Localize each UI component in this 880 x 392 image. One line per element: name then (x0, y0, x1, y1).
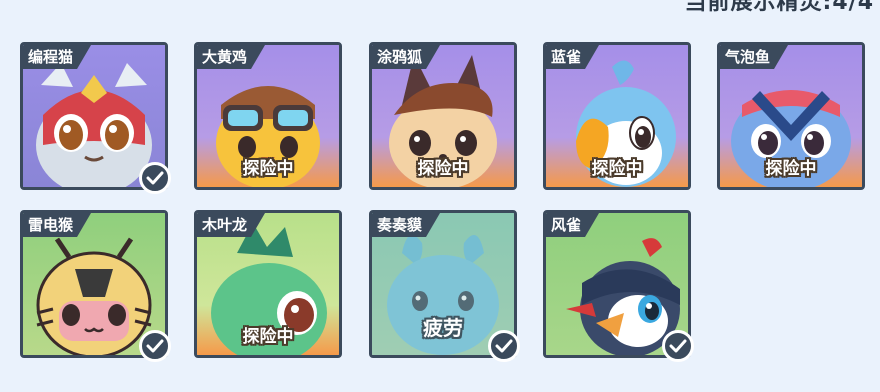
sprite-card-tu-ya-hu[interactable]: 涂鸦狐 探险中 (369, 42, 517, 190)
selected-check-icon[interactable] (139, 330, 171, 362)
sprite-card-mu-ye-long[interactable]: 木叶龙 探险中 (194, 210, 342, 358)
sprite-card-qi-pao-yu[interactable]: 气泡鱼 探险中 (717, 42, 865, 190)
sprite-status-label: 探险中 (591, 159, 643, 179)
sprite-status-label: 探险中 (242, 327, 294, 347)
selected-check-icon[interactable] (488, 330, 520, 362)
sprite-card-da-huang-ji[interactable]: 大黄鸡 探险中 (194, 42, 342, 190)
selected-check-icon[interactable] (139, 162, 171, 194)
sprite-status-label: 探险中 (765, 159, 817, 179)
sprite-status-label: 探险中 (242, 159, 294, 179)
sprite-selection-panel: 当前展示精灵:4/4 编程猫 大黄鸡 探险中 涂鸦狐 探险中 蓝雀 探险中 气泡… (0, 0, 880, 392)
display-count-label: 当前展示精灵:4/4 (684, 0, 874, 15)
selected-check-icon[interactable] (662, 330, 694, 362)
sprite-status-label: 探险中 (417, 159, 469, 179)
sprite-card-lan-que[interactable]: 蓝雀 探险中 (543, 42, 691, 190)
sprite-status-label: 疲劳 (423, 316, 463, 340)
